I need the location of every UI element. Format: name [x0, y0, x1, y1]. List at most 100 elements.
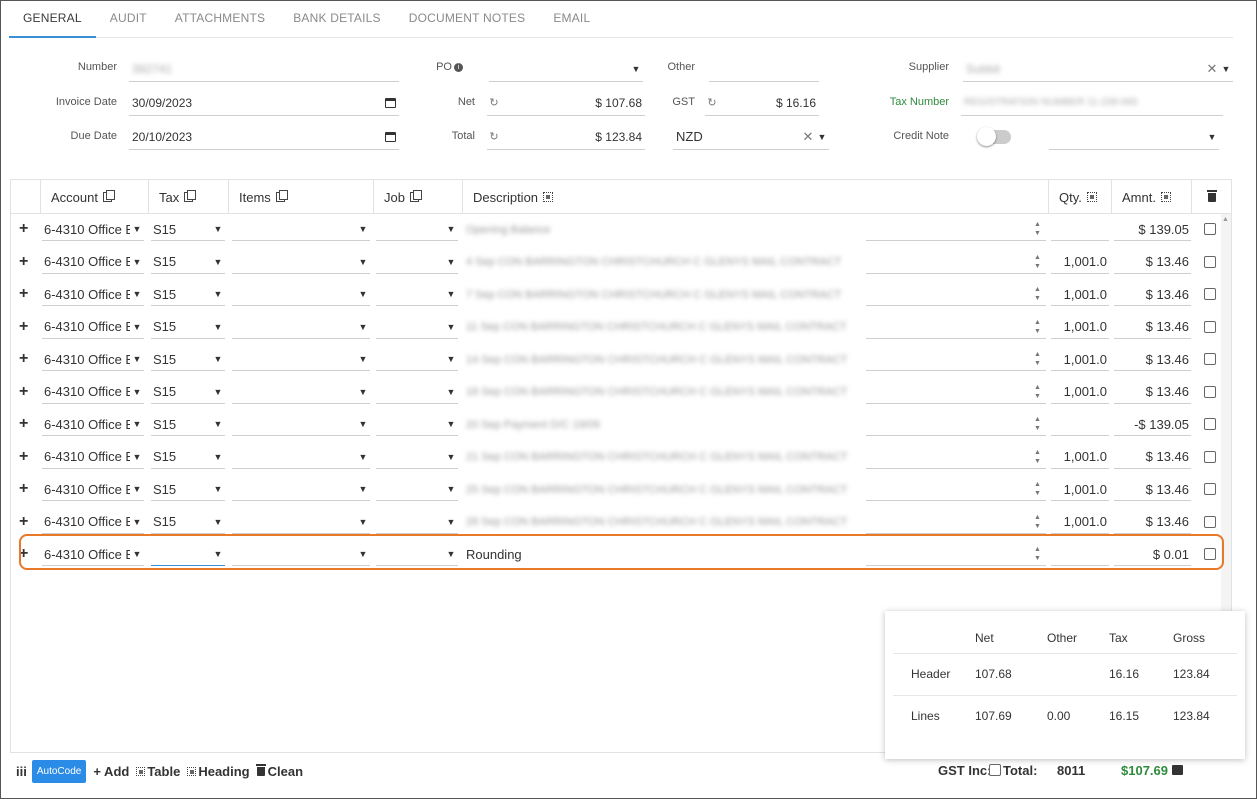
tax-select[interactable]: S15 ▼ — [151, 381, 225, 404]
description-input[interactable]: 20 Sep Payment D/C 19/09 — [464, 413, 864, 436]
spinner-icon[interactable] — [1033, 286, 1043, 304]
add-row-button[interactable]: + — [19, 253, 28, 271]
spinner-icon[interactable] — [1033, 254, 1043, 272]
items-select[interactable]: ▼ — [232, 218, 370, 241]
row-delete-checkbox[interactable] — [1204, 515, 1216, 528]
job-select[interactable]: ▼ — [376, 316, 458, 339]
account-select[interactable]: 6-4310 Office E ▼ — [42, 478, 144, 501]
account-select[interactable]: 6-4310 Office E ▼ — [42, 381, 144, 404]
add-row-button[interactable]: + — [19, 383, 28, 401]
description-input[interactable]: 14 Sep CON BARRINGTON CHRISTCHURCH C GLE… — [464, 348, 864, 371]
row-delete-checkbox[interactable] — [1204, 385, 1216, 398]
spinner-icon[interactable] — [1033, 416, 1043, 434]
gst-field[interactable]: ↻ $ 16.16 — [705, 90, 819, 116]
qty-input[interactable]: 1,001.0 — [1051, 348, 1109, 371]
tax-select[interactable]: S15 ▼ — [151, 316, 225, 339]
items-select[interactable]: ▼ — [232, 251, 370, 274]
number-field[interactable]: 392741 — [129, 56, 399, 82]
add-row-button[interactable]: + — [19, 220, 28, 238]
currency-select[interactable]: NZD ✕ ▼ — [673, 124, 829, 150]
row-delete-checkbox[interactable] — [1204, 320, 1216, 333]
tax-number-field[interactable]: REGISTRATION NUMBER 11-239-065 — [961, 90, 1223, 116]
job-select[interactable]: ▼ — [376, 381, 458, 404]
job-select[interactable]: ▼ — [376, 478, 458, 501]
add-row-button[interactable]: + — [19, 318, 28, 336]
column-job[interactable]: Job — [374, 180, 463, 214]
invoice-date-field[interactable]: 30/09/2023 — [129, 90, 399, 116]
tab-bank-details[interactable]: BANK DETAILS — [279, 1, 395, 38]
columns-icon[interactable]: iii — [16, 764, 27, 779]
account-select[interactable]: 6-4310 Office E ▼ — [42, 218, 144, 241]
column-tax[interactable]: Tax — [149, 180, 229, 214]
items-select[interactable]: ▼ — [232, 283, 370, 306]
qty-input[interactable]: 1,001.0 — [1051, 446, 1109, 469]
column-items[interactable]: Items — [229, 180, 374, 214]
row-delete-checkbox[interactable] — [1204, 548, 1216, 560]
description-input[interactable]: 4 Sep CON BARRINGTON CHRISTCHURCH C GLEN… — [464, 251, 864, 274]
amount-input[interactable]: $ 13.46 — [1114, 381, 1191, 404]
table-button[interactable]: Table — [136, 764, 180, 779]
spinner-icon[interactable] — [1033, 481, 1043, 499]
spinner-icon[interactable] — [1033, 384, 1043, 402]
description-input[interactable]: 28 Sep CON BARRINGTON CHRISTCHURCH C GLE… — [464, 511, 864, 534]
amount-input[interactable]: $ 13.46 — [1114, 283, 1191, 306]
account-select[interactable]: 6-4310 Office E ▼ — [42, 283, 144, 306]
amount-input[interactable]: -$ 139.05 — [1114, 413, 1191, 436]
column-delete[interactable] — [1192, 180, 1231, 214]
heading-button[interactable]: Heading — [187, 764, 250, 779]
qty-input[interactable] — [1051, 218, 1109, 241]
amount-input[interactable]: $ 13.46 — [1114, 478, 1191, 501]
qty-input[interactable] — [1051, 543, 1109, 566]
grid-icon[interactable] — [543, 192, 554, 202]
description-input[interactable]: 7 Sep CON BARRINGTON CHRISTCHURCH C GLEN… — [464, 283, 864, 306]
job-select[interactable]: ▼ — [376, 511, 458, 534]
trash-icon[interactable] — [1206, 189, 1217, 202]
column-amount[interactable]: Amnt. — [1112, 180, 1192, 214]
due-date-field[interactable]: 20/10/2023 — [129, 124, 399, 150]
description-input[interactable]: 18 Sep CON BARRINGTON CHRISTCHURCH C GLE… — [464, 381, 864, 404]
items-select[interactable]: ▼ — [232, 446, 370, 469]
copy-icon[interactable] — [102, 190, 115, 202]
spinner-icon[interactable] — [1033, 546, 1043, 564]
tab-document-notes[interactable]: DOCUMENT NOTES — [395, 1, 540, 38]
add-line-button[interactable]: + Add — [93, 764, 129, 779]
other-field[interactable] — [709, 56, 819, 82]
row-delete-checkbox[interactable] — [1204, 288, 1216, 300]
copy-icon[interactable] — [409, 190, 422, 202]
clear-icon[interactable]: ✕ — [1205, 61, 1219, 77]
credit-note-toggle[interactable] — [977, 127, 1011, 146]
column-account[interactable]: Account — [41, 180, 149, 214]
amount-input[interactable]: $ 13.46 — [1114, 348, 1191, 371]
account-select[interactable]: 6-4310 Office E ▼ — [42, 543, 144, 566]
gst-inc-checkbox[interactable] — [989, 764, 1001, 776]
clear-icon[interactable]: ✕ — [801, 129, 815, 145]
column-description[interactable]: Description — [463, 180, 1049, 214]
tax-select[interactable]: S15 ▼ — [151, 511, 225, 534]
amount-input[interactable]: $ 13.46 — [1114, 316, 1191, 339]
tab-general[interactable]: GENERAL — [9, 1, 96, 38]
row-delete-checkbox[interactable] — [1204, 450, 1216, 463]
tab-audit[interactable]: AUDIT — [96, 1, 161, 38]
tab-email[interactable]: EMAIL — [539, 1, 604, 38]
job-select[interactable]: ▼ — [376, 446, 458, 469]
add-row-button[interactable]: + — [19, 285, 28, 303]
amount-input[interactable]: $ 13.46 — [1114, 511, 1191, 534]
add-row-button[interactable]: + — [19, 480, 28, 498]
comment-icon[interactable] — [1172, 765, 1183, 775]
spinner-icon[interactable] — [1033, 351, 1043, 369]
add-row-button[interactable]: + — [19, 545, 28, 563]
job-select[interactable]: ▼ — [376, 218, 458, 241]
description-input[interactable]: Opening Balance — [464, 218, 864, 241]
supplier-select[interactable]: Subbit ✕ ▼ — [963, 56, 1233, 82]
items-select[interactable]: ▼ — [232, 543, 370, 566]
description-input[interactable]: 21 Sep CON BARRINGTON CHRISTCHURCH C GLE… — [464, 446, 864, 469]
tax-select[interactable]: S15 ▼ — [151, 348, 225, 371]
account-select[interactable]: 6-4310 Office E ▼ — [42, 251, 144, 274]
clean-button[interactable]: Clean — [255, 763, 303, 779]
column-qty[interactable]: Qty. — [1049, 180, 1112, 214]
items-select[interactable]: ▼ — [232, 316, 370, 339]
tax-select[interactable]: S15 ▼ — [151, 251, 225, 274]
tax-select[interactable]: ▼ — [151, 543, 225, 566]
amount-input[interactable]: $ 13.46 — [1114, 446, 1191, 469]
tax-select[interactable]: S15 ▼ — [151, 413, 225, 436]
